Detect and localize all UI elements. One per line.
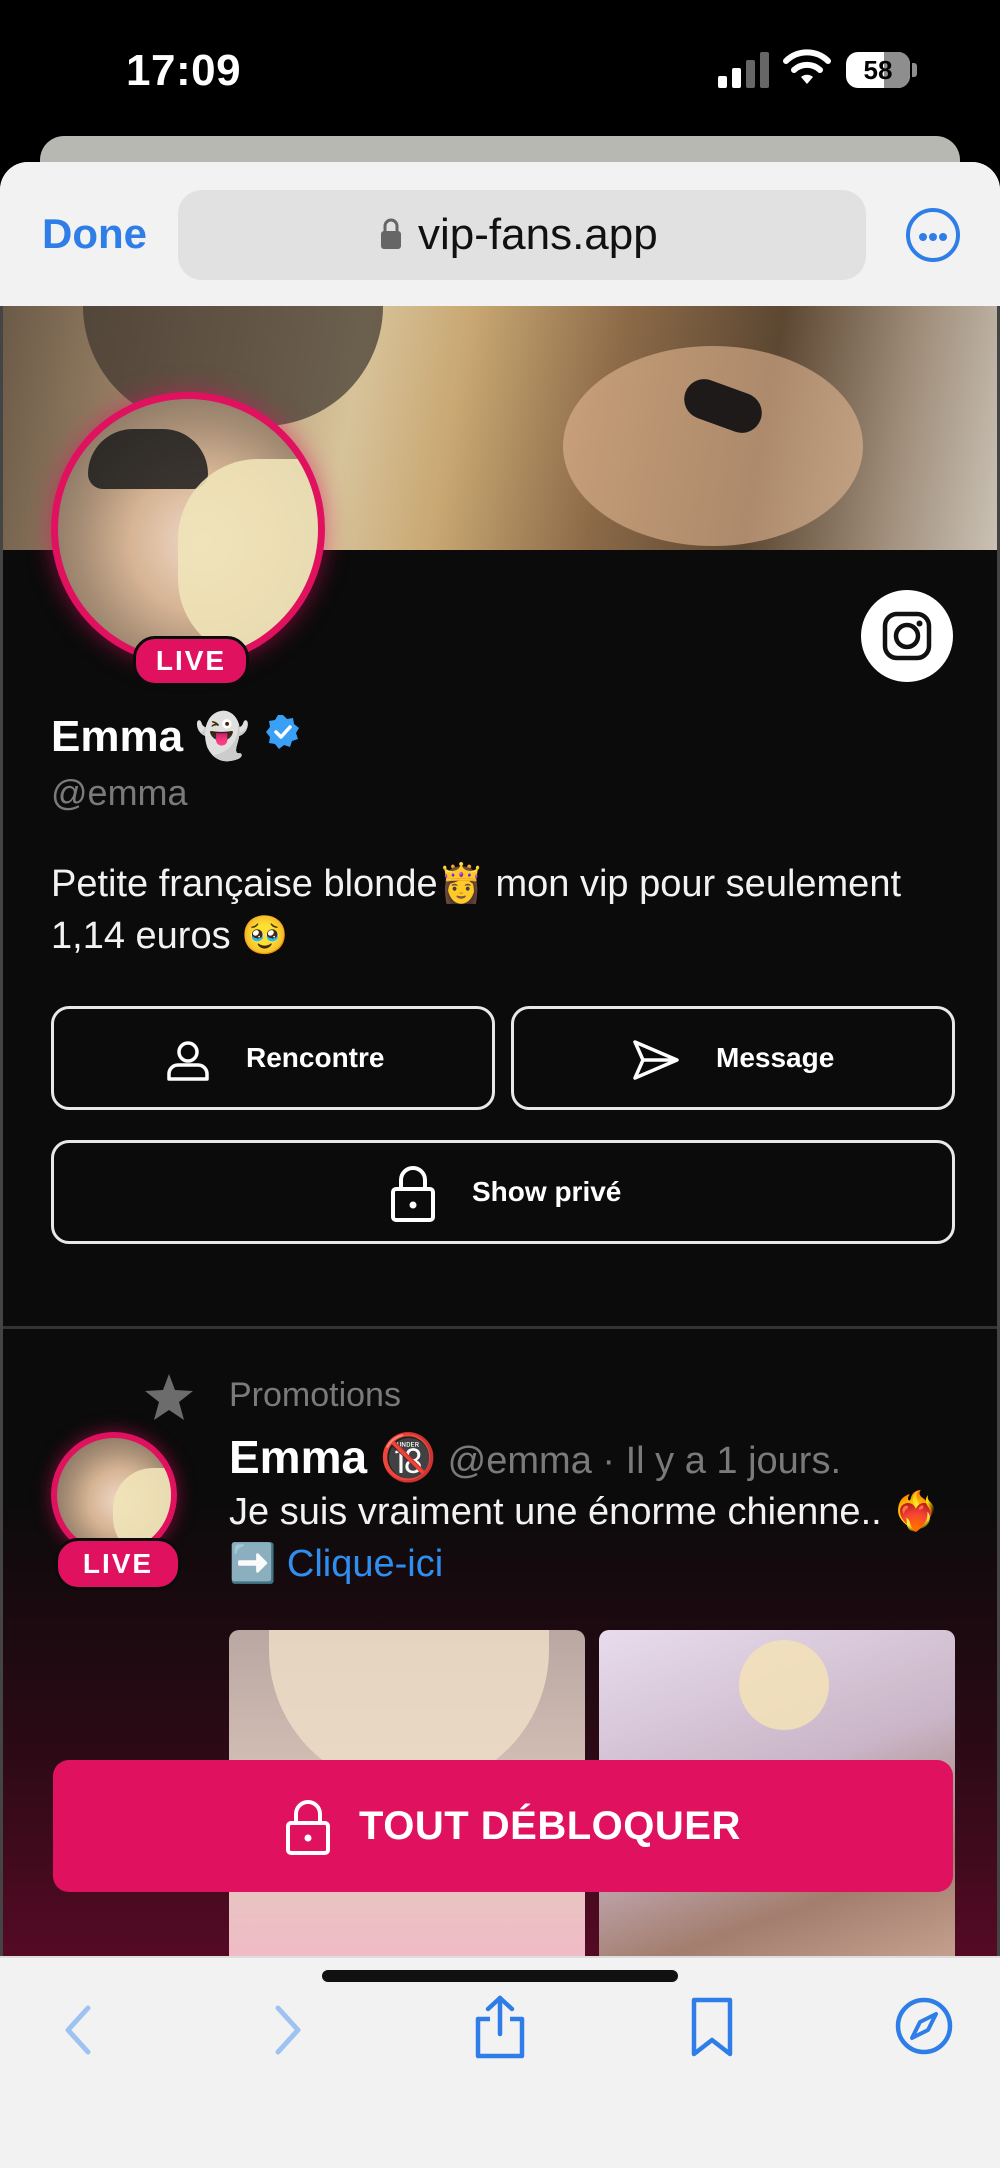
status-bar: 17:09 58: [0, 0, 1000, 140]
post-text: Je suis vraiment une énorme chienne.. ❤️…: [229, 1486, 969, 1590]
home-indicator: [322, 1970, 678, 1982]
message-button[interactable]: Message: [511, 1006, 955, 1110]
live-badge: LIVE: [133, 636, 249, 686]
url-text: vip-fans.app: [418, 210, 658, 259]
cellular-signal-icon: [718, 52, 769, 88]
wifi-icon: [783, 49, 831, 84]
person-icon: [167, 1041, 209, 1081]
forward-icon[interactable]: [270, 2002, 306, 2058]
profile-name: Emma 👻: [51, 712, 251, 761]
browser-toolbar: [0, 1956, 1000, 2168]
send-icon: [633, 1040, 679, 1080]
battery-icon: 58: [846, 52, 910, 88]
post-link[interactable]: Clique-ici: [287, 1543, 443, 1585]
post-header: Emma 🔞 @emma · Il y a 1 jours.: [229, 1430, 841, 1485]
post-author-name[interactable]: Emma 🔞: [229, 1431, 437, 1483]
compass-icon[interactable]: [894, 1996, 954, 2056]
url-bar[interactable]: vip-fans.app: [178, 190, 866, 280]
unlock-all-label: TOUT DÉBLOQUER: [359, 1804, 741, 1848]
section-divider: [3, 1326, 997, 1329]
lock-icon: [286, 1800, 330, 1855]
meet-button-label: Rencontre: [246, 1042, 385, 1073]
bookmarks-icon[interactable]: [688, 1996, 736, 2058]
promotions-label: Promotions: [229, 1376, 401, 1414]
unlock-all-button[interactable]: TOUT DÉBLOQUER: [53, 1760, 953, 1892]
battery-level: 58: [863, 55, 893, 85]
lock-icon: [391, 1166, 435, 1222]
share-icon[interactable]: [472, 1994, 528, 2060]
profile-handle: @emma: [51, 772, 188, 813]
back-icon[interactable]: [60, 2002, 96, 2058]
post-meta: @emma · Il y a 1 jours.: [437, 1440, 842, 1482]
safari-view-sheet: Done vip-fans.app LIVE Emma 👻 @emma Peti…: [0, 162, 1000, 2168]
instagram-icon[interactable]: [861, 590, 953, 682]
done-button[interactable]: Done: [42, 210, 147, 258]
star-icon: [145, 1374, 193, 1420]
status-time: 17:09: [126, 46, 242, 95]
private-show-label: Show privé: [472, 1176, 622, 1207]
meet-button[interactable]: Rencontre: [51, 1006, 495, 1110]
profile-avatar[interactable]: [51, 392, 325, 666]
ellipsis-circle-icon[interactable]: [906, 208, 960, 262]
browser-top-bar: Done vip-fans.app: [0, 162, 1000, 306]
lock-icon: [381, 218, 401, 249]
web-content[interactable]: LIVE Emma 👻 @emma Petite française blond…: [0, 306, 1000, 1956]
profile-bio: Petite française blonde👸 mon vip pour se…: [51, 863, 902, 957]
message-button-label: Message: [716, 1042, 835, 1073]
verified-badge-icon: [266, 715, 299, 749]
post-live-badge: LIVE: [55, 1538, 181, 1590]
private-show-button[interactable]: Show privé: [51, 1140, 955, 1244]
